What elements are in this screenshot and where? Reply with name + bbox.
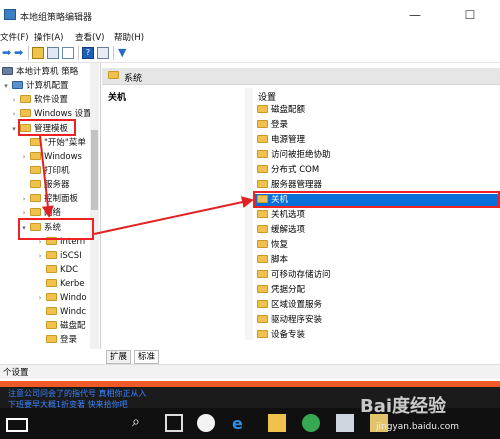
task-view-icon[interactable] bbox=[165, 414, 183, 432]
search-icon[interactable]: ⌕ bbox=[132, 414, 150, 432]
explorer-icon[interactable] bbox=[268, 414, 286, 432]
app-window-icon[interactable] bbox=[336, 414, 354, 432]
annotation-arrows bbox=[39, 135, 254, 235]
pinwheel-icon[interactable] bbox=[197, 414, 215, 432]
app-green-icon[interactable] bbox=[302, 414, 320, 432]
watermark-url: jingyan.baidu.com bbox=[376, 422, 460, 432]
watermark-logo: Bai度经验 bbox=[360, 396, 447, 417]
start-icon[interactable] bbox=[6, 418, 28, 432]
web-link[interactable]: 注意公司问会了的指代号 真相你正从入 bbox=[8, 388, 147, 399]
edge-icon[interactable]: e bbox=[232, 414, 250, 433]
